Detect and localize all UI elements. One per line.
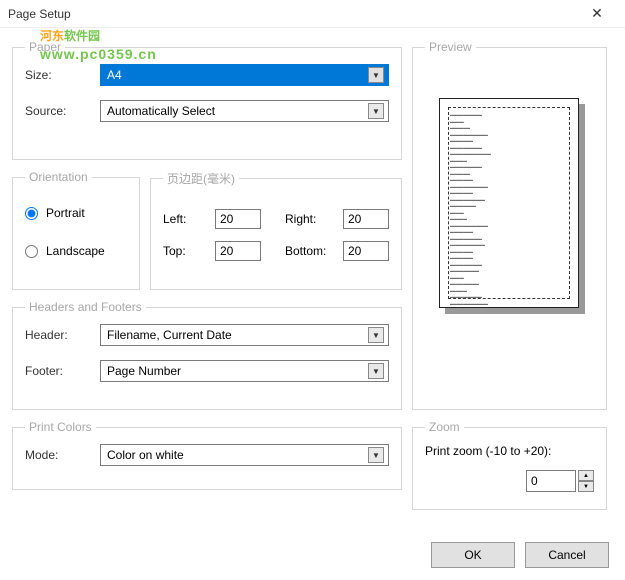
source-label: Source:: [25, 104, 100, 118]
print-colors-group: Print Colors Mode: Color on white ▼: [12, 420, 402, 490]
mode-value: Color on white: [107, 448, 184, 462]
headers-group: Headers and Footers Header: Filename, Cu…: [12, 300, 402, 410]
header-combo[interactable]: Filename, Current Date ▼: [100, 324, 389, 346]
preview-legend: Preview: [425, 40, 476, 54]
footer-combo[interactable]: Page Number ▼: [100, 360, 389, 382]
paper-legend: Paper: [25, 40, 65, 54]
chevron-down-icon[interactable]: ▼: [368, 327, 384, 343]
chevron-down-icon[interactable]: ▼: [368, 363, 384, 379]
right-input[interactable]: [343, 209, 389, 229]
zoom-up-icon[interactable]: ▲: [578, 470, 594, 481]
right-label: Right:: [285, 212, 337, 226]
left-input[interactable]: [215, 209, 261, 229]
margins-legend: 页边距(毫米): [163, 170, 239, 187]
chevron-down-icon[interactable]: ▼: [368, 103, 384, 119]
footer-value: Page Number: [107, 364, 181, 378]
bottom-input[interactable]: [343, 241, 389, 261]
zoom-label: Print zoom (-10 to +20):: [425, 444, 594, 458]
close-icon[interactable]: ✕: [577, 5, 617, 22]
zoom-legend: Zoom: [425, 420, 464, 434]
portrait-radio[interactable]: [25, 207, 38, 220]
left-label: Left:: [163, 212, 209, 226]
source-combo[interactable]: Automatically Select ▼: [100, 100, 389, 122]
footer-label: Footer:: [25, 364, 100, 378]
header-label: Header:: [25, 328, 100, 342]
preview-group: Preview ▪━━━━━━━━━━ ▪━━━━ ▪━━━━━━ ▪━━━━━…: [412, 40, 607, 410]
headers-legend: Headers and Footers: [25, 300, 146, 314]
source-value: Automatically Select: [107, 104, 215, 118]
orientation-group: Orientation Portrait Landscape: [12, 170, 140, 290]
orientation-legend: Orientation: [25, 170, 92, 184]
paper-group: Paper Size: A4 ▼ Source: Automatically S…: [12, 40, 402, 160]
zoom-input[interactable]: [526, 470, 576, 492]
titlebar: Page Setup ✕: [0, 0, 625, 28]
cancel-button[interactable]: Cancel: [525, 542, 609, 568]
bottom-label: Bottom:: [285, 244, 337, 258]
landscape-label: Landscape: [46, 244, 105, 258]
size-value: A4: [107, 68, 122, 82]
top-label: Top:: [163, 244, 209, 258]
zoom-down-icon[interactable]: ▼: [578, 481, 594, 492]
chevron-down-icon[interactable]: ▼: [368, 447, 384, 463]
zoom-group: Zoom Print zoom (-10 to +20): ▲ ▼: [412, 420, 607, 510]
size-combo[interactable]: A4 ▼: [100, 64, 389, 86]
print-colors-legend: Print Colors: [25, 420, 96, 434]
preview-page: ▪━━━━━━━━━━ ▪━━━━ ▪━━━━━━ ▪━━━━━━━━━━━━▪…: [439, 98, 579, 308]
top-input[interactable]: [215, 241, 261, 261]
mode-label: Mode:: [25, 448, 100, 462]
portrait-label: Portrait: [46, 206, 85, 220]
ok-button[interactable]: OK: [431, 542, 515, 568]
mode-combo[interactable]: Color on white ▼: [100, 444, 389, 466]
margins-group: 页边距(毫米) Left: Right: Top: Bottom:: [150, 170, 402, 290]
chevron-down-icon[interactable]: ▼: [368, 67, 384, 83]
window-title: Page Setup: [8, 7, 71, 21]
header-value: Filename, Current Date: [107, 328, 232, 342]
landscape-radio[interactable]: [25, 245, 38, 258]
size-label: Size:: [25, 68, 100, 82]
